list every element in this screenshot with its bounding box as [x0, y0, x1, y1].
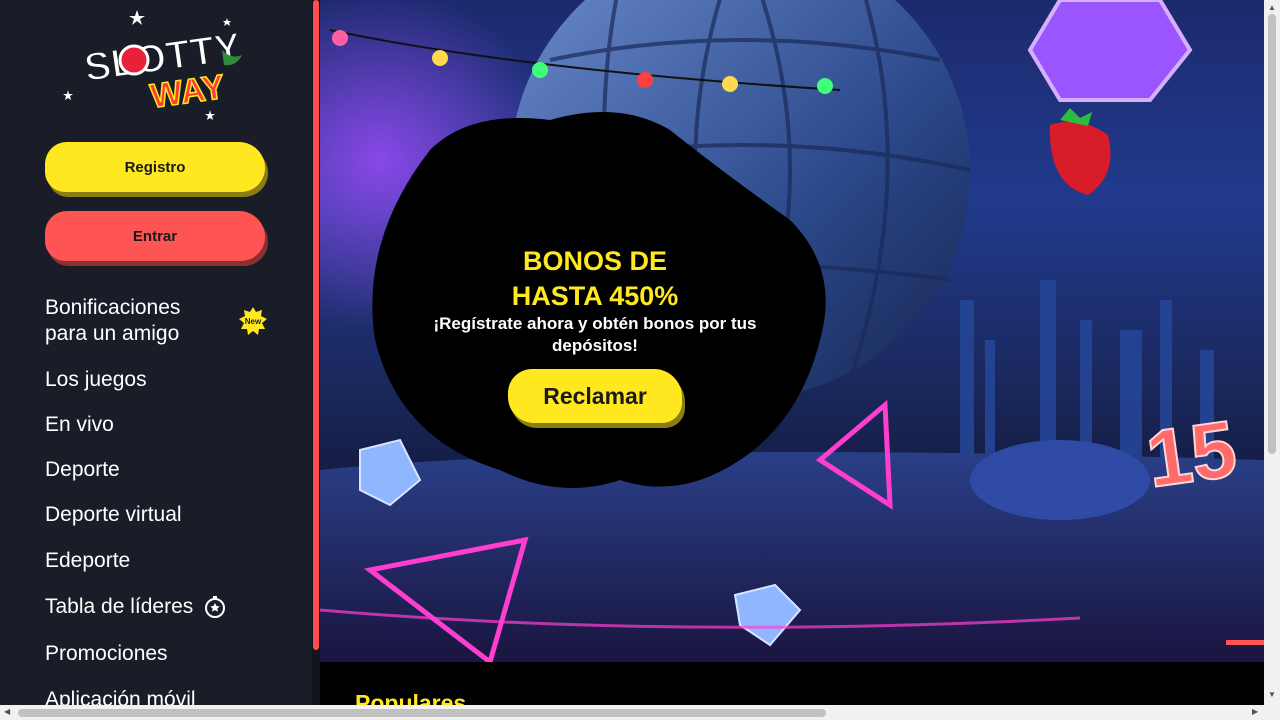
star-icon	[223, 18, 231, 26]
nav-item-label: En vivo	[45, 413, 114, 436]
nav-item-leaderboard[interactable]: Tabla de líderes	[45, 594, 275, 620]
nav-item-label: Bonificaciones para un amigo	[45, 296, 181, 345]
nav-item-label: Aplicación móvil	[45, 688, 196, 705]
star-icon	[129, 10, 145, 25]
horizontal-scrollbar-thumb[interactable]	[18, 709, 826, 717]
promo-subtitle: ¡Regístrate ahora y obtén bonos por tus …	[433, 314, 757, 355]
neon-15-sign: 15	[1141, 404, 1242, 505]
nav-item-label: Deporte virtual	[45, 503, 182, 526]
scroll-left-icon[interactable]: ◀	[4, 707, 10, 716]
nav-item-promotions[interactable]: Promociones	[45, 641, 275, 667]
page-horizontal-scrollbar[interactable]: ◀ ▶	[0, 705, 1280, 720]
svg-text:New: New	[245, 317, 262, 326]
slottyway-logo[interactable]: SLOTTY WAY	[62, 10, 252, 120]
scroll-right-icon[interactable]: ▶	[1252, 707, 1258, 716]
nav-item-virtual-sport[interactable]: Deporte virtual	[45, 502, 275, 528]
register-button[interactable]: Registro	[45, 142, 265, 192]
nav-item-referral-bonus[interactable]: Bonificaciones para un amigo New	[45, 295, 267, 347]
nav-item-games[interactable]: Los juegos	[45, 367, 275, 393]
nav-item-label: Promociones	[45, 642, 168, 665]
nav-item-label: Tabla de líderes	[45, 595, 194, 618]
sidebar-scrollbar-thumb[interactable]	[313, 0, 319, 650]
nav-item-label: Edeporte	[45, 549, 131, 572]
promo-title: BONOS DE HASTA 450%	[511, 246, 679, 311]
nav-item-sport[interactable]: Deporte	[45, 457, 275, 483]
main-nav: Bonificaciones para un amigo New Los jue…	[45, 295, 275, 705]
vertical-scrollbar-thumb[interactable]	[1268, 14, 1276, 454]
scroll-down-icon[interactable]: ▼	[1268, 690, 1276, 699]
star-icon	[205, 110, 215, 120]
nav-item-mobile-app[interactable]: Aplicación móvil	[45, 687, 275, 705]
claim-button[interactable]: Reclamar	[508, 369, 682, 423]
nav-item-live[interactable]: En vivo	[45, 412, 275, 438]
sidebar: SLOTTY WAY Registro Entrar Bonificacione…	[0, 0, 312, 705]
leaderboard-icon	[205, 596, 226, 618]
promo-banner[interactable]: 15 BONOS DE HASTA 450% ¡Regístrate ahora…	[320, 0, 1264, 662]
page-vertical-scrollbar[interactable]: ▲ ▼	[1264, 0, 1280, 705]
nav-item-label: Deporte	[45, 458, 120, 481]
star-icon	[63, 90, 73, 100]
page: SLOTTY WAY Registro Entrar Bonificacione…	[0, 0, 1280, 720]
scroll-up-icon[interactable]: ▲	[1268, 3, 1276, 12]
new-badge-icon: New	[239, 307, 267, 335]
nav-item-label: Los juegos	[45, 368, 147, 391]
nav-item-esport[interactable]: Edeporte	[45, 548, 275, 574]
sidebar-scrollbar[interactable]	[312, 0, 320, 720]
login-button[interactable]: Entrar	[45, 211, 265, 261]
